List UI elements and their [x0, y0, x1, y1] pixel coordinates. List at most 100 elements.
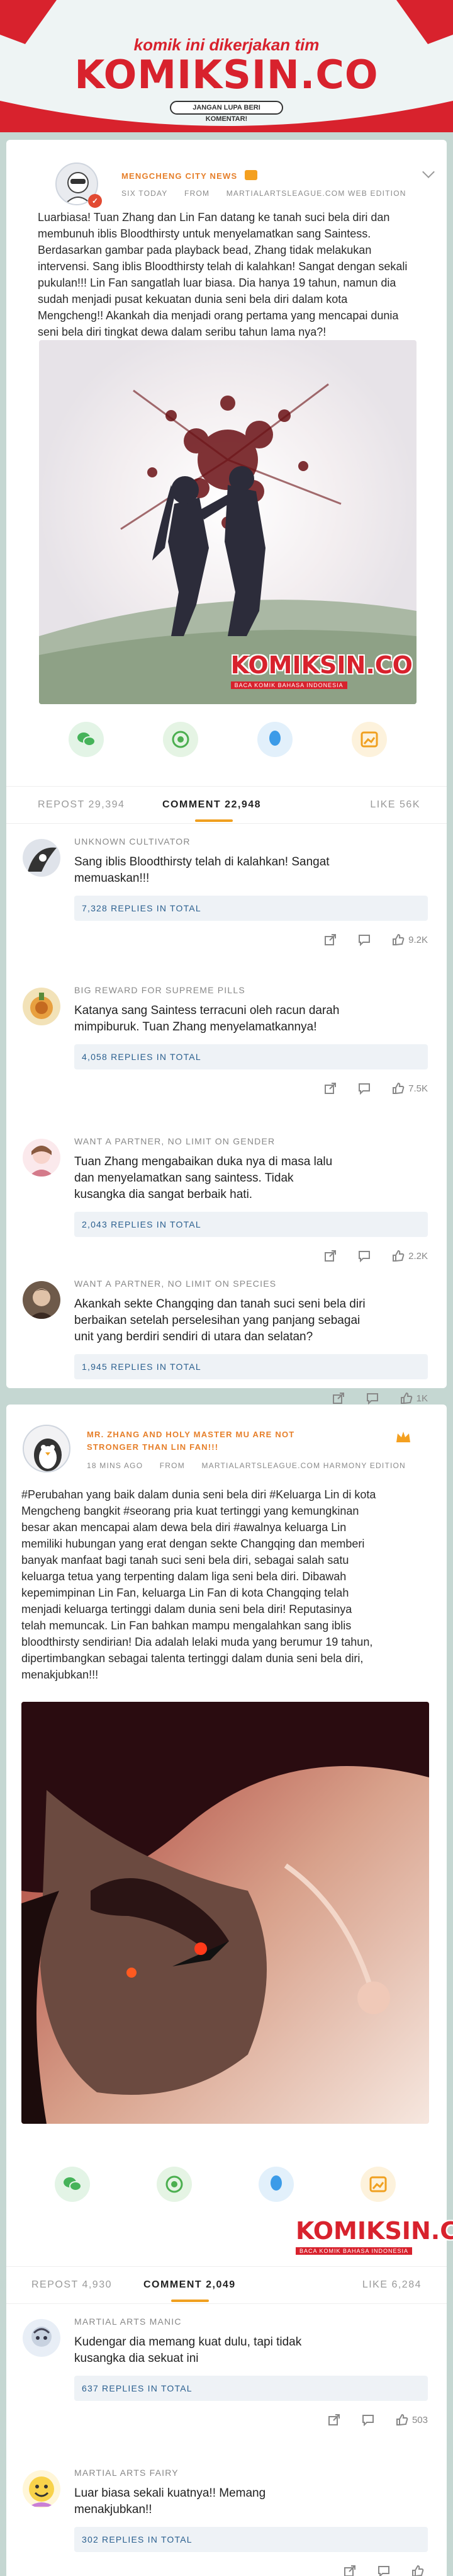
comment-text-line: Sang iblis Bloodthirsty telah di kalahka… [74, 855, 330, 869]
verified-badge-icon: ✓ [88, 194, 102, 208]
comment-text: Katanya sang Saintess terracuni oleh rac… [74, 1003, 428, 1035]
comment-text-line: mimpiburuk. Tuan Zhang menyelamatkannya! [74, 1020, 317, 1034]
comment-tab[interactable]: COMMENT 22,948 [162, 799, 261, 811]
commenter-name[interactable]: MARTIAL ARTS FAIRY [74, 2468, 179, 2478]
share-icon[interactable] [328, 2414, 340, 2426]
comment-tab[interactable]: COMMENT 2,049 [143, 2279, 236, 2291]
poster-avatar[interactable] [23, 1425, 70, 1473]
wechat-share-button[interactable] [69, 722, 104, 757]
like-button[interactable]: 7.5K [392, 1082, 428, 1095]
post-body-line: keluarga tetua yang terpenting dalam lig… [21, 1570, 347, 1583]
post-body-line: dipertimbangkan sebagai talenta tertingg… [21, 1652, 364, 1665]
comment-text-line: dan menyelamatkan sang saintess. Tidak [74, 1171, 294, 1185]
commenter-name[interactable]: WANT A PARTNER, NO LIMIT ON SPECIES [74, 1279, 276, 1289]
like-tab[interactable]: LIKE 56K [370, 799, 420, 811]
scanlation-watermark: KOMIKSIN.CO BACA KOMIK BAHASA INDONESIA [230, 651, 413, 689]
commenter-name[interactable]: UNKNOWN CULTIVATOR [74, 836, 191, 846]
wechat-share-button[interactable] [55, 2167, 90, 2202]
post-from: FROM [159, 1461, 185, 1470]
post-meta: SIX TODAY FROM MARTIALARTSLEAGUE.COM WEB… [121, 189, 420, 198]
commenter-avatar[interactable] [23, 2319, 60, 2357]
comment-text: Kudengar dia memang kuat dulu, tapi tida… [74, 2334, 428, 2367]
commenter-avatar[interactable] [23, 839, 60, 877]
comment-text-line: Luar biasa sekali kuatnya!! Memang [74, 2487, 266, 2500]
portrait-illustration [21, 1702, 429, 2124]
post-illustration[interactable] [21, 1702, 429, 2124]
reply-icon[interactable] [378, 2565, 390, 2576]
commenter-avatar[interactable] [23, 988, 60, 1025]
comment-item: WANT A PARTNER, NO LIMIT ON SPECIES Akan… [6, 1277, 447, 1416]
commenter-avatar[interactable] [23, 1139, 60, 1177]
comment-actions [344, 2563, 428, 2576]
post-header: ✓ MENGCHENG CITY NEWS SIX TODAY FROM MAR… [6, 140, 447, 208]
reply-icon[interactable] [358, 1082, 371, 1095]
post-body: #Perubahan yang baik dalam dunia seni be… [21, 1486, 422, 1683]
image-share-icon [369, 2176, 387, 2192]
repost-tab[interactable]: REPOST 29,394 [38, 799, 125, 811]
image-share-button[interactable] [361, 2167, 396, 2202]
commenter-avatar[interactable] [23, 1281, 60, 1319]
commenter-name[interactable]: BIG REWARD FOR SUPREME PILLS [74, 985, 245, 995]
post-body-line: banyak manfaat bagi tanah suci seni bela… [21, 1554, 349, 1566]
poster-name[interactable]: MR. ZHANG AND HOLY MASTER MU ARE NOT STR… [87, 1428, 294, 1454]
like-button[interactable]: 503 [396, 2414, 428, 2426]
replies-summary-link[interactable]: 1,945 REPLIES IN TOTAL [74, 1354, 428, 1379]
comment-actions: 9.2K [324, 932, 428, 947]
qq-share-button[interactable] [257, 722, 293, 757]
share-icon[interactable] [344, 2565, 356, 2576]
comment-item: UNKNOWN CULTIVATOR Sang iblis Bloodthirs… [6, 835, 447, 974]
comment-text: Tuan Zhang mengabaikan duka nya di masa … [74, 1154, 428, 1203]
penguin-avatar-icon [24, 1426, 69, 1471]
repost-tab[interactable]: REPOST 4,930 [31, 2279, 112, 2291]
post-body-line: menjadi keluarga tertinggi dalam dunia s… [21, 1603, 352, 1616]
like-button[interactable]: 2.2K [392, 1250, 428, 1262]
comment-actions: 503 [328, 2412, 428, 2427]
thumbs-up-icon [400, 1392, 413, 1405]
qq-icon [271, 2175, 282, 2191]
reply-icon[interactable] [362, 2414, 374, 2427]
thumbs-up-icon [392, 1082, 405, 1095]
moments-share-button[interactable] [157, 2167, 192, 2202]
moments-share-button[interactable] [163, 722, 198, 757]
poster-name[interactable]: MENGCHENG CITY NEWS [121, 170, 258, 181]
comment-actions: 7.5K [324, 1081, 428, 1096]
replies-summary-link[interactable]: 4,058 REPLIES IN TOTAL [74, 1044, 428, 1069]
comment-text-line: Akankah sekte Changqing dan tanah suci s… [74, 1297, 366, 1311]
like-count: 2.2K [408, 1250, 428, 1262]
replies-summary-link[interactable]: 302 REPLIES IN TOTAL [74, 2527, 428, 2552]
like-count: 7.5K [408, 1083, 428, 1094]
like-button[interactable]: 9.2K [392, 933, 428, 946]
post-illustration[interactable]: KOMIKSIN.CO BACA KOMIK BAHASA INDONESIA [39, 340, 417, 704]
reply-icon[interactable] [358, 933, 371, 947]
post-body-line: telah memuncak. Lin Fan bahkan mampu men… [21, 1619, 352, 1632]
like-button[interactable]: 1K [400, 1392, 428, 1405]
qq-share-button[interactable] [259, 2167, 294, 2202]
commenter-avatar[interactable] [23, 2470, 60, 2508]
replies-summary-link[interactable]: 637 REPLIES IN TOTAL [74, 2376, 428, 2401]
comment-item: MARTIAL ARTS FAIRY Luar biasa sekali kua… [6, 2466, 447, 2576]
comment-text: Sang iblis Bloodthirsty telah di kalahka… [74, 854, 428, 887]
share-icon[interactable] [324, 1082, 337, 1095]
image-share-button[interactable] [352, 722, 387, 757]
share-icon[interactable] [324, 933, 337, 946]
commenter-name[interactable]: MARTIAL ARTS MANIC [74, 2317, 182, 2327]
comment-item: BIG REWARD FOR SUPREME PILLS Katanya san… [6, 984, 447, 1122]
post-source: MARTIALARTSLEAGUE.COM WEB EDITION [226, 189, 406, 198]
reply-icon[interactable] [366, 1392, 379, 1405]
like-tab[interactable]: LIKE 6,284 [362, 2279, 422, 2291]
share-icon[interactable] [332, 1392, 345, 1405]
reply-icon[interactable] [358, 1250, 371, 1263]
thumbs-up-icon [396, 2414, 408, 2426]
replies-summary-link[interactable]: 2,043 REPLIES IN TOTAL [74, 1212, 428, 1237]
scanlation-watermark: KOMIKSIN.CO BACA KOMIK BAHASA INDONESIA [296, 2217, 453, 2255]
post-body-line: menakjubkan!!! [21, 1668, 99, 1681]
post-stats-bar: REPOST 4,930 COMMENT 2,049 LIKE 6,284 [6, 2266, 447, 2304]
share-icon[interactable] [324, 1250, 337, 1262]
post-meta: 18 MINS AGO FROM MARTIALARTSLEAGUE.COM H… [87, 1461, 420, 1470]
replies-summary-link[interactable]: 7,328 REPLIES IN TOTAL [74, 896, 428, 921]
like-button[interactable] [411, 2565, 428, 2576]
commenter-name[interactable]: WANT A PARTNER, NO LIMIT ON GENDER [74, 1136, 275, 1146]
chevron-down-icon[interactable] [422, 166, 435, 178]
banner-logo: KOMIKSIN.CO [74, 52, 379, 98]
post-time: SIX TODAY [121, 189, 168, 198]
